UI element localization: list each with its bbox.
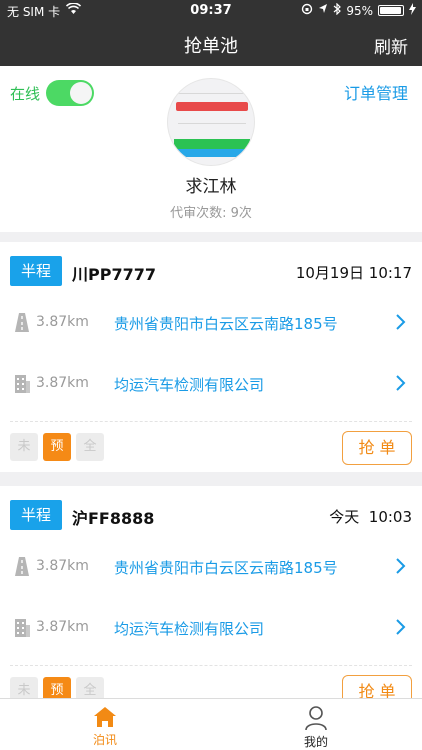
divider: [10, 421, 412, 422]
status-bar: 无 SIM 卡 09:37 95%: [0, 0, 422, 22]
address-row-origin[interactable]: 3.87km 贵州省贵阳市白云区云南路185号: [0, 552, 422, 582]
bluetooth-icon: [333, 2, 342, 18]
status-right: 95%: [301, 2, 416, 18]
order-datetime: 今天 10:03: [329, 508, 412, 526]
online-status: 在线: [10, 80, 95, 106]
tab-label: 泊讯: [92, 733, 117, 747]
flag-reserved: 预: [43, 433, 71, 461]
chevron-right-icon: [392, 556, 408, 576]
plate-number: 沪FF8888: [72, 509, 155, 528]
address-text: 均运汽车检测有限公司: [114, 376, 265, 394]
distance: 3.87km: [36, 619, 89, 635]
building-icon: [12, 616, 32, 638]
tab-mine[interactable]: 我的: [286, 705, 346, 750]
battery-icon: [378, 5, 404, 16]
chevron-right-icon: [392, 617, 408, 637]
road-icon: [12, 311, 32, 333]
battery-percent: 95%: [346, 3, 373, 18]
address-row-destination[interactable]: 3.87km 均运汽车检测有限公司: [0, 369, 422, 399]
chevron-right-icon: [392, 373, 408, 393]
flag-full: 全: [76, 433, 104, 461]
address-text: 贵州省贵阳市白云区云南路185号: [114, 559, 338, 577]
lock-rotation-icon: [301, 3, 313, 18]
building-icon: [12, 372, 32, 394]
home-icon: [75, 705, 135, 729]
address-row-destination[interactable]: 3.87km 均运汽车检测有限公司: [0, 613, 422, 643]
toggle-knob: [70, 82, 93, 104]
profile-name: 求江林: [185, 177, 237, 197]
user-icon: [286, 705, 346, 731]
location-icon: [318, 3, 328, 18]
trip-type-badge: 半程: [10, 256, 62, 286]
flag-unfinished: 未: [10, 433, 38, 461]
charging-icon: [409, 3, 416, 18]
address-text: 均运汽车检测有限公司: [114, 620, 265, 638]
tab-bar: 泊讯 我的: [0, 698, 422, 750]
tab-label: 我的: [303, 735, 328, 749]
address-row-origin[interactable]: 3.87km 贵州省贵阳市白云区云南路185号: [0, 308, 422, 338]
order-card: 半程 沪FF8888 今天 10:03 3.87km 贵州省贵阳市白云区云南路1…: [0, 486, 422, 716]
road-icon: [12, 555, 32, 577]
order-card: 半程 川PP7777 10月19日 10:17 3.87km 贵州省贵阳市白云区…: [0, 242, 422, 472]
chevron-right-icon: [392, 312, 408, 332]
divider: [10, 665, 412, 666]
review-count: 代审次数: 9次: [170, 206, 252, 221]
refresh-button[interactable]: 刷新: [374, 33, 408, 58]
trip-type-badge: 半程: [10, 500, 62, 530]
online-toggle[interactable]: [46, 80, 95, 106]
distance: 3.87km: [36, 558, 89, 574]
top-bar: 无 SIM 卡 09:37 95% 抢单池 刷新: [0, 0, 422, 66]
tab-home[interactable]: 泊讯: [75, 705, 135, 748]
distance: 3.87km: [36, 375, 89, 391]
plate-number: 川PP7777: [72, 265, 156, 284]
order-management-link[interactable]: 订单管理: [344, 80, 408, 104]
address-text: 贵州省贵阳市白云区云南路185号: [114, 315, 338, 333]
screen: 无 SIM 卡 09:37 95% 抢单池 刷新 在线 订单管理 求江林 代审次…: [0, 0, 422, 750]
profile-panel: 在线 订单管理 求江林 代审次数: 9次: [0, 66, 422, 232]
avatar[interactable]: [167, 78, 255, 166]
order-datetime: 10月19日 10:17: [295, 264, 412, 282]
status-flags: 未 预 全: [10, 433, 104, 461]
distance: 3.87km: [36, 314, 89, 330]
grab-order-button[interactable]: 抢 单: [342, 431, 412, 465]
online-label: 在线: [10, 84, 41, 103]
page-title: 抢单池: [184, 36, 238, 57]
